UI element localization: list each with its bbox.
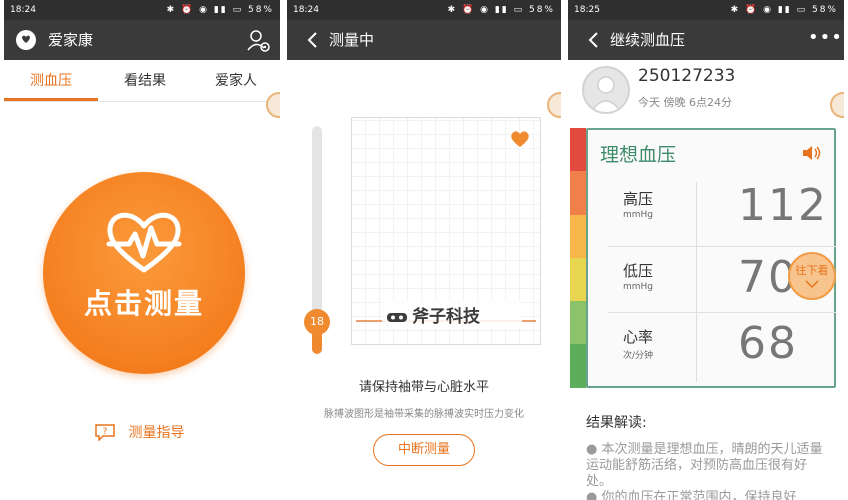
- stop-measure-button[interactable]: 中断测量: [373, 434, 475, 466]
- active-tab-indicator: [4, 98, 98, 101]
- heart-pulse-icon: [106, 212, 182, 273]
- interpretation-text: ● 本次测量是理想血压，晴朗的天儿适量运动能舒筋活络，对预防高血压很有好处。: [586, 442, 823, 489]
- measuring-screen: 18:24 ✱ ⏰ ◉ ▮▮ ▭ 58% 测量中 18 斧子科技 请保持袖带与心…: [287, 0, 561, 500]
- systolic-label: 高压: [622, 190, 653, 208]
- level-elevated: [570, 214, 586, 258]
- cuff-pressure-value: 18: [304, 309, 330, 335]
- screen-title: 测量中: [329, 31, 375, 49]
- level-ideal: [570, 344, 586, 388]
- app-bar: 继续测血压 •••: [568, 20, 844, 60]
- result-screen: 18:25 ✱ ⏰ ◉ ▮▮ ▭ 58% 继续测血压 ••• 250127233…: [568, 0, 844, 500]
- systolic-unit: mmHg: [622, 210, 653, 220]
- app-title: 爱家康: [48, 31, 94, 49]
- measurement-guide-label: 测量指导: [128, 425, 185, 441]
- watermark: 斧子科技: [382, 300, 522, 329]
- watermark-text: 斧子科技: [412, 307, 480, 327]
- level-severe: [570, 128, 586, 172]
- tab-measure[interactable]: 测血压: [4, 60, 98, 102]
- status-time: 18:24: [293, 5, 319, 15]
- diastolic-label: 低压: [622, 262, 653, 280]
- chevron-down-icon: [805, 280, 819, 289]
- heart-rate-unit: 次/分钟: [622, 351, 654, 361]
- interpretation-title: 结果解读:: [586, 415, 647, 431]
- measure-button[interactable]: 点击测量: [43, 172, 245, 374]
- user-id: 250127233: [638, 66, 736, 86]
- level-normal: [570, 301, 586, 345]
- status-time: 18:24: [10, 5, 36, 15]
- diastolic-unit: mmHg: [622, 282, 653, 292]
- heart-rate-label: 心率: [622, 328, 653, 346]
- status-bar: 18:24 ✱ ⏰ ◉ ▮▮ ▭ 58%: [287, 0, 561, 20]
- avatar[interactable]: [582, 66, 630, 114]
- instruction-text: 请保持袖带与心脏水平: [358, 380, 489, 395]
- level-high: [570, 171, 586, 215]
- screenshot-stage: 18:24 ✱ ⏰ ◉ ▮▮ ▭ 58% 爱家康 测血压 看结果 爱家人 点击测…: [0, 0, 848, 500]
- floating-assistant-icon[interactable]: [830, 92, 844, 118]
- tab-bar: 测血压 看结果 爱家人: [4, 60, 280, 102]
- interpretation-text-more: ● 你的血压在正常范围内，保持良好: [586, 490, 797, 500]
- speaker-icon[interactable]: [800, 142, 822, 164]
- heart-icon: [511, 131, 529, 147]
- result-category: 理想血压: [600, 144, 677, 166]
- floating-assistant-icon[interactable]: [266, 92, 280, 118]
- waveform-note: 脉搏波图形是袖带采集的脉搏波实时压力变化: [324, 409, 524, 420]
- status-bar: 18:25 ✱ ⏰ ◉ ▮▮ ▭ 58%: [568, 0, 844, 20]
- user-settings-icon[interactable]: [246, 28, 272, 54]
- app-bar: 测量中: [287, 20, 561, 60]
- back-arrow-icon[interactable]: [301, 28, 325, 52]
- status-icons: ✱ ⏰ ◉ ▮▮ ▭ 58%: [447, 5, 555, 15]
- heart-rate-value: 68: [738, 318, 798, 369]
- status-icons: ✱ ⏰ ◉ ▮▮ ▭ 58%: [166, 5, 274, 15]
- status-time: 18:25: [574, 5, 600, 15]
- app-bar: 爱家康: [4, 20, 280, 60]
- bp-level-scale: [570, 128, 586, 388]
- tab-results[interactable]: 看结果: [98, 60, 192, 102]
- systolic-value: 112: [738, 180, 828, 231]
- scroll-down-button[interactable]: 往下看: [788, 252, 836, 300]
- person-silhouette-icon: [590, 76, 622, 112]
- help-bubble-icon: ?: [95, 424, 115, 441]
- status-icons: ✱ ⏰ ◉ ▮▮ ▭ 58%: [730, 5, 838, 15]
- heart-rate-row: 心率 次/分钟 68: [588, 312, 834, 384]
- measure-button-label: 点击测量: [83, 287, 204, 320]
- scroll-down-label: 往下看: [795, 264, 829, 277]
- watermark-logo-icon: [387, 313, 407, 322]
- home-screen: 18:24 ✱ ⏰ ◉ ▮▮ ▭ 58% 爱家康 测血压 看结果 爱家人 点击测…: [4, 0, 280, 500]
- systolic-row: 高压 mmHg 112: [588, 174, 834, 246]
- floating-assistant-icon[interactable]: [547, 92, 561, 118]
- level-normal-high: [570, 257, 586, 302]
- tab-family[interactable]: 爱家人: [192, 60, 280, 102]
- measurement-guide-link[interactable]: ? 测量指导: [94, 422, 184, 446]
- screen-title: 继续测血压: [610, 31, 686, 49]
- status-bar: 18:24 ✱ ⏰ ◉ ▮▮ ▭ 58%: [4, 0, 280, 20]
- app-logo-icon: [16, 30, 36, 50]
- pulse-waveform-panel: 斧子科技: [351, 117, 541, 345]
- measurement-time: 今天 傍晚 6点24分: [638, 96, 732, 109]
- svg-text:?: ?: [103, 427, 108, 437]
- back-arrow-icon[interactable]: [582, 28, 606, 52]
- more-options-icon[interactable]: •••: [808, 29, 842, 48]
